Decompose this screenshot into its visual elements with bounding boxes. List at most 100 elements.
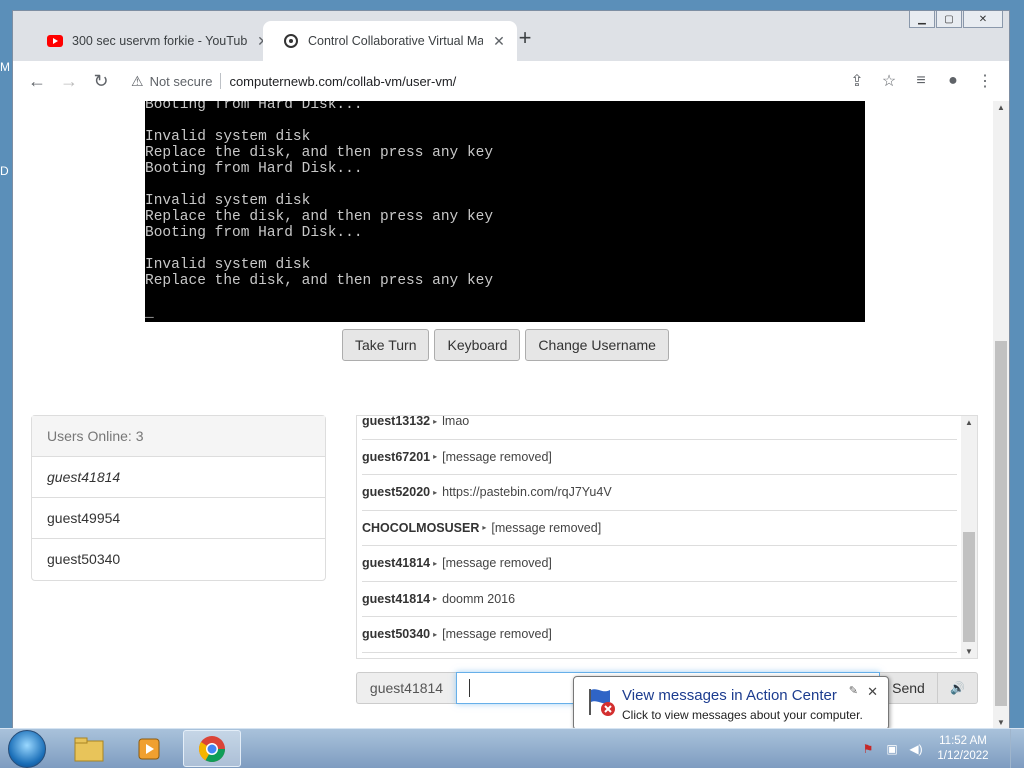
address-bar[interactable]: ⚠ Not secure computernewb.com/collab-vm/… bbox=[123, 66, 843, 96]
tab-title: 300 sec uservm forkie - YouTube bbox=[72, 34, 247, 48]
change-username-button[interactable]: Change Username bbox=[525, 329, 669, 361]
console-line: Replace the disk, and then press any key bbox=[145, 273, 494, 289]
menu-kebab-icon[interactable]: ⋮ bbox=[969, 65, 1001, 97]
back-icon[interactable]: ← bbox=[21, 65, 53, 97]
scroll-down-icon[interactable]: ▼ bbox=[961, 647, 977, 656]
arrow-icon: ▸ bbox=[433, 416, 438, 426]
chat-panel: guest13132 ▸ lmao guest67201 ▸ [message remov… bbox=[356, 415, 978, 659]
chat-message-username[interactable]: CHOCOLMOSUSER bbox=[362, 521, 479, 535]
tab-collabvm[interactable]: Control Collaborative Virtual Mac ✕ bbox=[263, 21, 517, 61]
chat-message-text: [message removed] bbox=[491, 520, 602, 535]
notification-body: Click to view messages about your comput… bbox=[622, 708, 863, 722]
warning-icon: ⚠ bbox=[131, 72, 144, 89]
chat-message-username[interactable]: guest13132 bbox=[362, 416, 430, 428]
close-window-button[interactable]: ✕ bbox=[963, 11, 1003, 28]
chat-scrollbar[interactable]: ▲ ▼ bbox=[961, 416, 977, 658]
scroll-up-icon[interactable]: ▲ bbox=[993, 103, 1009, 112]
page-content: Booting from Hard Disk... Invalid system … bbox=[13, 101, 995, 729]
console-line: _ bbox=[145, 305, 154, 321]
chat-message: guest52020 ▸ https://pastebin.com/rqJ7Yu4V bbox=[362, 475, 957, 511]
volume-tray-icon[interactable]: ◀) bbox=[904, 742, 928, 756]
chat-message-text: https://pastebin.com/rqJ7Yu4V bbox=[442, 485, 612, 500]
arrow-icon: ▸ bbox=[482, 523, 487, 533]
window-controls: ▁ ▢ ✕ bbox=[908, 11, 1003, 28]
chat-message-username[interactable]: guest67201 bbox=[362, 450, 430, 464]
divider bbox=[220, 73, 222, 89]
close-tab-icon[interactable]: ✕ bbox=[491, 33, 507, 50]
vm-controls: Take Turn Keyboard Change Username bbox=[342, 329, 669, 361]
taskbar: ⚑ ▣ ◀) 11:52 AM 1/12/2022 bbox=[0, 728, 1024, 768]
forward-icon[interactable]: → bbox=[53, 65, 85, 97]
chat-message: guest13132 ▸ lmao bbox=[362, 416, 957, 440]
browser-window: 300 sec uservm forkie - YouTube ✕ Contro… bbox=[12, 10, 1010, 729]
users-online-header: Users Online: 3 bbox=[32, 416, 325, 457]
system-tray: ⚑ ▣ ◀) 11:52 AM 1/12/2022 bbox=[856, 729, 1024, 768]
console-line: Booting from Hard Disk... bbox=[145, 225, 363, 241]
media-player-taskbar-icon[interactable] bbox=[121, 730, 179, 767]
arrow-icon: ▸ bbox=[433, 594, 438, 604]
share-icon[interactable]: ⇪ bbox=[841, 65, 873, 97]
explorer-taskbar-icon[interactable] bbox=[60, 730, 118, 767]
pin-icon[interactable]: ✎ bbox=[849, 684, 858, 697]
desktop-icon-label: D bbox=[0, 164, 9, 178]
tab-youtube[interactable]: 300 sec uservm forkie - YouTube ✕ bbox=[27, 21, 281, 61]
chat-message-username[interactable]: guest50340 bbox=[362, 627, 430, 641]
maximize-button[interactable]: ▢ bbox=[936, 11, 962, 28]
toolbar-actions: ⇪ ☆ ≡ ● ⋮ bbox=[841, 65, 1001, 97]
console-line: Booting from Hard Disk... bbox=[145, 161, 363, 177]
chat-message-text: [message removed] bbox=[442, 556, 552, 571]
arrow-icon: ▸ bbox=[433, 558, 438, 568]
chat-message: guest50340 ▸ [message removed] bbox=[362, 617, 957, 653]
new-tab-button[interactable]: + bbox=[513, 25, 537, 51]
console-line: Invalid system disk bbox=[145, 257, 311, 273]
reading-list-icon[interactable]: ≡ bbox=[905, 65, 937, 97]
console-line: Invalid system disk bbox=[145, 193, 311, 209]
clock-date: 1/12/2022 bbox=[937, 750, 989, 762]
keyboard-button[interactable]: Keyboard bbox=[434, 329, 521, 361]
chat-message-text: [message removed] bbox=[442, 627, 552, 642]
clock-time: 11:52 AM bbox=[939, 735, 987, 747]
minimize-button[interactable]: ▁ bbox=[909, 11, 935, 28]
desktop-icon-label: M bbox=[0, 60, 10, 74]
chat-message-text: doomm 2016 bbox=[442, 591, 516, 606]
chat-message: guest67201 ▸ [message removed] bbox=[362, 440, 957, 475]
chat-username-label: guest41814 bbox=[356, 672, 456, 704]
chat-message-username[interactable]: guest52020 bbox=[362, 485, 430, 499]
scroll-up-icon[interactable]: ▲ bbox=[961, 418, 977, 427]
chat-message-username[interactable]: guest41814 bbox=[362, 556, 430, 570]
arrow-icon: ▸ bbox=[433, 452, 438, 462]
network-icon[interactable]: ▣ bbox=[880, 742, 904, 756]
bookmark-star-icon[interactable]: ☆ bbox=[873, 65, 905, 97]
action-center-tray-icon[interactable]: ⚑ bbox=[856, 742, 880, 756]
take-turn-button[interactable]: Take Turn bbox=[342, 329, 430, 361]
chat-message: guest41814 ▸ [message removed] bbox=[362, 546, 957, 582]
not-secure-label: Not secure bbox=[149, 73, 213, 89]
chat-message-text: [message removed] bbox=[442, 449, 552, 464]
page-scrollbar[interactable]: ▲ ▼ bbox=[993, 101, 1009, 729]
action-center-notification[interactable]: View messages in Action Center Click to … bbox=[573, 676, 889, 742]
vm-screen[interactable]: Booting from Hard Disk... Invalid system … bbox=[145, 101, 865, 322]
close-notification-icon[interactable]: ✕ bbox=[867, 684, 878, 700]
console-line: Replace the disk, and then press any key bbox=[145, 209, 494, 225]
browser-toolbar: ← → ↻ ⚠ Not secure computernewb.com/coll… bbox=[13, 61, 1009, 101]
console-line: Replace the disk, and then press any key bbox=[145, 145, 494, 161]
chat-message-username[interactable]: guest41814 bbox=[362, 592, 430, 606]
show-desktop-button[interactable] bbox=[1010, 729, 1024, 768]
page-scroll-thumb[interactable] bbox=[995, 341, 1007, 706]
action-center-flag-icon bbox=[589, 689, 615, 716]
tab-title: Control Collaborative Virtual Mac bbox=[308, 34, 483, 48]
volume-icon[interactable]: 🔊 bbox=[938, 672, 978, 704]
profile-avatar-icon[interactable]: ● bbox=[937, 65, 969, 97]
clock[interactable]: 11:52 AM 1/12/2022 bbox=[928, 734, 998, 764]
reload-icon[interactable]: ↻ bbox=[85, 65, 117, 97]
scroll-down-icon[interactable]: ▼ bbox=[993, 718, 1009, 727]
chat-scroll-thumb[interactable] bbox=[963, 532, 975, 642]
url-text: computernewb.com/collab-vm/user-vm/ bbox=[229, 73, 457, 89]
chrome-taskbar-icon[interactable] bbox=[183, 730, 241, 767]
start-button[interactable] bbox=[8, 730, 46, 768]
console-line: Invalid system disk bbox=[145, 129, 311, 145]
